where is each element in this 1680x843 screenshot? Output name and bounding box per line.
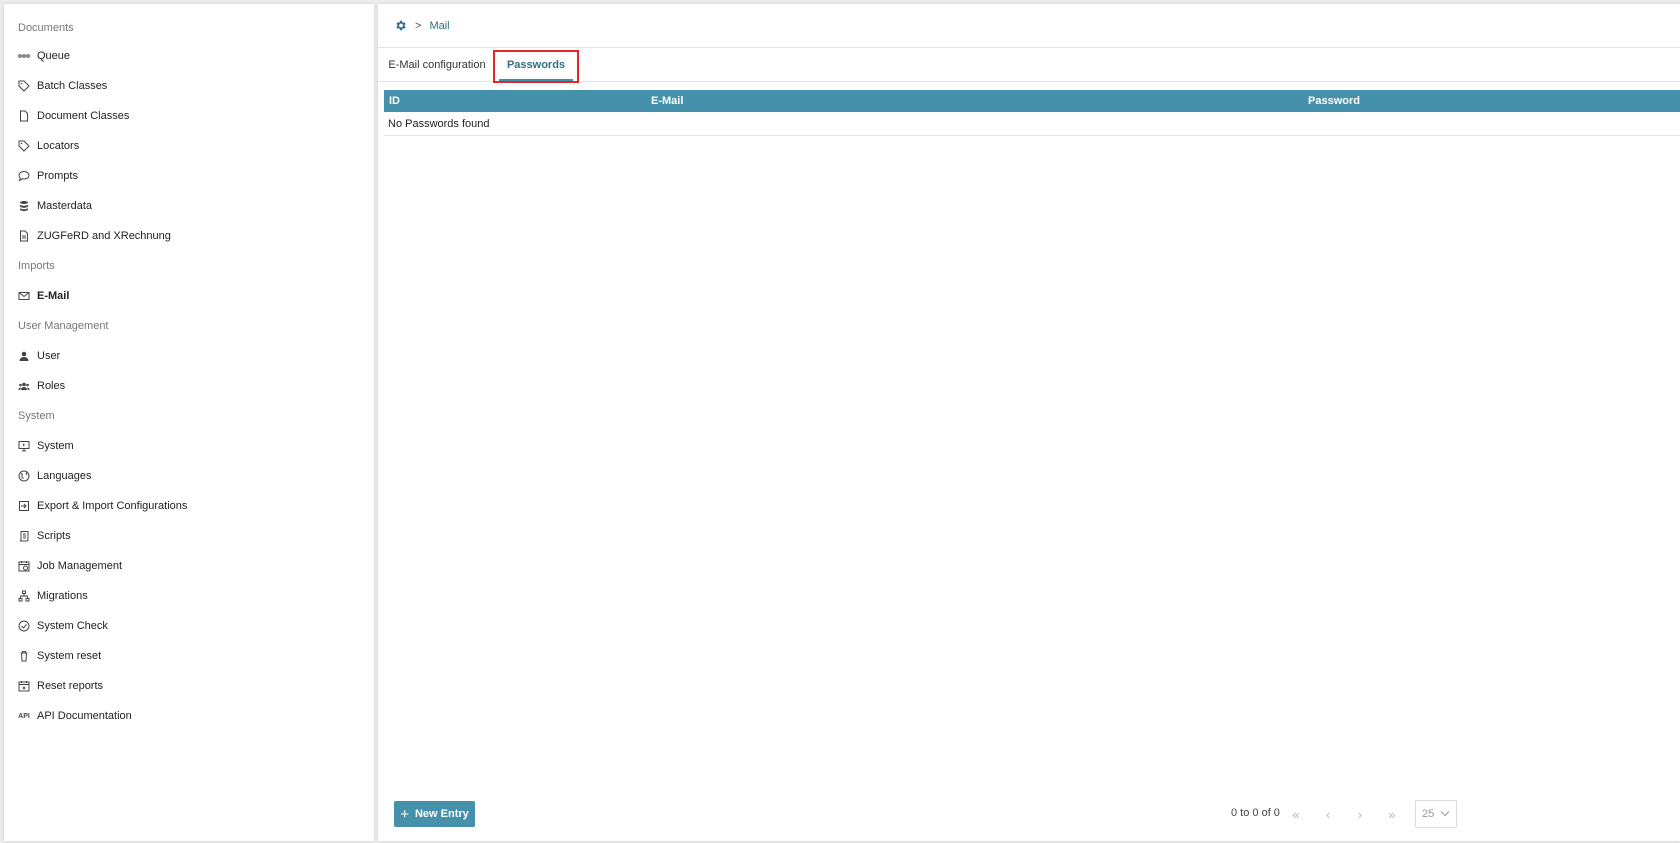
breadcrumb-current[interactable]: Mail [429, 20, 449, 32]
chevron-right-icon: > [415, 19, 422, 32]
invoice-document-icon [18, 230, 30, 242]
sidebar-item-batch-classes[interactable]: Batch Classes [18, 76, 364, 96]
tag-icon [18, 80, 30, 92]
sidebar-item-label: E-Mail [37, 290, 70, 302]
sidebar-item-zugferd[interactable]: ZUGFeRD and XRechnung [18, 226, 364, 246]
sidebar-item-scripts[interactable]: Scripts [18, 526, 364, 546]
sidebar-item-export-import[interactable]: Export & Import Configurations [18, 496, 364, 516]
calendar-reset-icon [18, 680, 30, 692]
breadcrumb: > Mail [378, 4, 1680, 48]
sidebar-item-label: Locators [37, 140, 80, 152]
tag-icon [18, 140, 30, 152]
new-entry-label: New Entry [414, 808, 469, 820]
pagination-range: 0 to 0 of 0 [1231, 807, 1280, 819]
sidebar-item-label: Job Management [37, 560, 122, 572]
sidebar-item-api-docs[interactable]: API API Documentation [18, 706, 364, 726]
section-documents: Documents [18, 22, 74, 34]
column-header-email[interactable]: E-Mail [651, 90, 683, 112]
page-size-value: 25 [1422, 808, 1435, 820]
person-icon [18, 350, 30, 362]
sidebar-item-label: System [37, 440, 74, 452]
check-circle-icon [18, 620, 30, 632]
sidebar-item-system-check[interactable]: System Check [18, 616, 364, 636]
sidebar-item-label: System Check [37, 620, 108, 632]
next-page-icon[interactable]: › [1350, 804, 1370, 824]
globe-icon [18, 470, 30, 482]
document-icon [18, 110, 30, 122]
chevron-down-icon [1440, 808, 1450, 818]
sidebar-item-label: Queue [37, 50, 71, 62]
sidebar-item-languages[interactable]: Languages [18, 466, 364, 486]
main-panel: > Mail E-Mail configuration Passwords ID… [378, 4, 1680, 841]
sidebar-item-email[interactable]: E-Mail [18, 286, 364, 306]
column-header-password[interactable]: Password [1308, 90, 1360, 112]
api-icon: API [18, 712, 30, 720]
last-page-icon[interactable]: » [1382, 804, 1402, 824]
chat-bubble-icon [18, 170, 30, 182]
sidebar-item-locators[interactable]: Locators [18, 136, 364, 156]
sidebar-item-label: Roles [37, 380, 66, 392]
sidebar-item-document-classes[interactable]: Document Classes [18, 106, 364, 126]
tab-bar: E-Mail configuration Passwords [378, 48, 1680, 82]
column-header-id[interactable]: ID [389, 90, 400, 112]
plus-icon: + [400, 805, 409, 823]
previous-page-icon[interactable]: ‹ [1318, 804, 1338, 824]
gear-icon[interactable] [394, 19, 407, 32]
sidebar-item-label: Languages [37, 470, 92, 482]
sidebar-item-job-management[interactable]: Job Management [18, 556, 364, 576]
tab-passwords[interactable]: Passwords [495, 48, 577, 82]
sidebar-item-label: Reset reports [37, 680, 104, 692]
section-system: System [18, 410, 55, 422]
sidebar-item-system[interactable]: System [18, 436, 364, 456]
sidebar-item-label: Prompts [37, 170, 78, 182]
sidebar-item-label: System reset [37, 650, 102, 662]
sidebar-item-label: Masterdata [37, 200, 93, 212]
sidebar-item-label: ZUGFeRD and XRechnung [37, 230, 171, 242]
mail-icon [18, 290, 30, 302]
first-page-icon[interactable]: « [1286, 804, 1306, 824]
sidebar-item-label: API Documentation [37, 710, 132, 722]
group-icon [18, 380, 30, 392]
monitor-icon [18, 440, 30, 452]
sidebar-item-label: Document Classes [37, 110, 130, 122]
page-size-select[interactable]: 25 [1415, 800, 1457, 828]
sidebar-item-label: Export & Import Configurations [37, 500, 188, 512]
sidebar-item-prompts[interactable]: Prompts [18, 166, 364, 186]
empty-table-message: No Passwords found [384, 112, 1680, 136]
sidebar-item-label: Batch Classes [37, 80, 108, 92]
sidebar-item-roles[interactable]: Roles [18, 376, 364, 396]
sidebar-item-queue[interactable]: Queue [18, 46, 364, 66]
sidebar-item-reset-reports[interactable]: Reset reports [18, 676, 364, 696]
tab-email-configuration[interactable]: E-Mail configuration [386, 48, 488, 82]
table-header: ID E-Mail Password [384, 90, 1680, 112]
import-icon [18, 500, 30, 512]
section-user-management: User Management [18, 320, 109, 332]
sidebar-item-label: User [37, 350, 61, 362]
section-imports: Imports [18, 260, 55, 272]
database-icon [18, 200, 30, 212]
trash-icon [18, 650, 30, 662]
script-icon [18, 530, 30, 542]
sidebar-item-label: Scripts [37, 530, 71, 542]
new-entry-button[interactable]: + New Entry [394, 801, 475, 827]
sidebar-item-system-reset[interactable]: System reset [18, 646, 364, 666]
sidebar-item-masterdata[interactable]: Masterdata [18, 196, 364, 216]
queue-icon [18, 50, 30, 62]
sitemap-icon [18, 590, 30, 602]
calendar-clock-icon [18, 560, 30, 572]
sidebar-item-user[interactable]: User [18, 346, 364, 366]
sidebar-item-label: Migrations [37, 590, 88, 602]
sidebar: Documents Queue Batch Classes Document C… [4, 4, 374, 841]
sidebar-item-migrations[interactable]: Migrations [18, 586, 364, 606]
